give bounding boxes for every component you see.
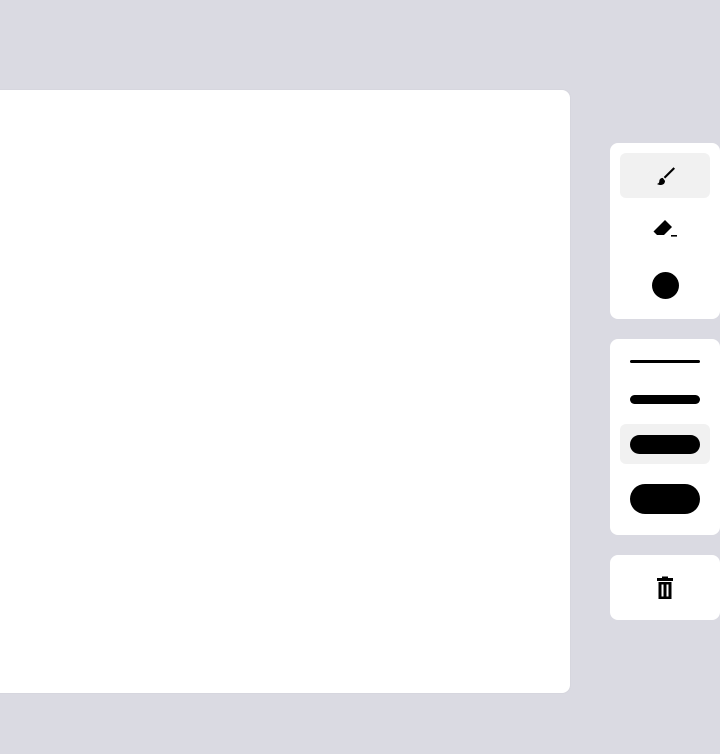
stroke-preview-2 (630, 394, 700, 404)
brush-size-3-button[interactable] (620, 424, 710, 464)
clear-canvas-button[interactable] (620, 565, 710, 610)
eraser-tool-button[interactable] (620, 207, 710, 252)
brush-tool-button[interactable] (620, 153, 710, 198)
color-swatch (651, 272, 679, 299)
brush-size-2-button[interactable] (620, 387, 710, 411)
brush-size-4-button[interactable] (620, 479, 710, 519)
tool-panel (610, 143, 720, 319)
trash-icon (654, 576, 676, 600)
stroke-preview-3 (630, 434, 700, 454)
eraser-icon (651, 218, 679, 242)
stroke-preview-1 (630, 359, 700, 363)
stroke-preview-4 (630, 484, 700, 514)
brush-size-1-button[interactable] (620, 349, 710, 373)
drawing-canvas[interactable] (0, 90, 570, 693)
brush-icon (653, 164, 677, 188)
action-panel (610, 555, 720, 620)
color-picker-button[interactable] (620, 263, 710, 308)
brush-size-panel (610, 339, 720, 535)
